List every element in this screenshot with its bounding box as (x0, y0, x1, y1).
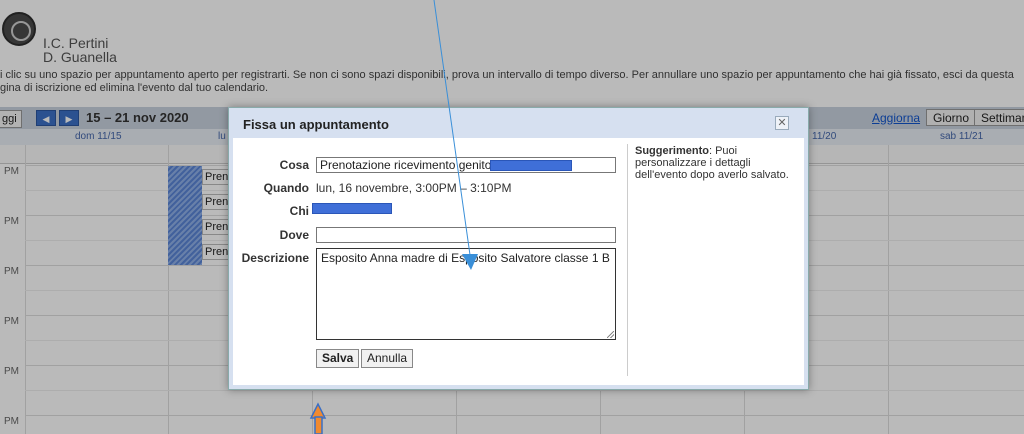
pointer-line (433, 0, 472, 263)
orange-arrow-shaft (314, 416, 323, 434)
annotation-layer (309, 0, 478, 434)
blue-arrow-icon (462, 254, 478, 270)
orange-arrow-icon (309, 402, 327, 419)
